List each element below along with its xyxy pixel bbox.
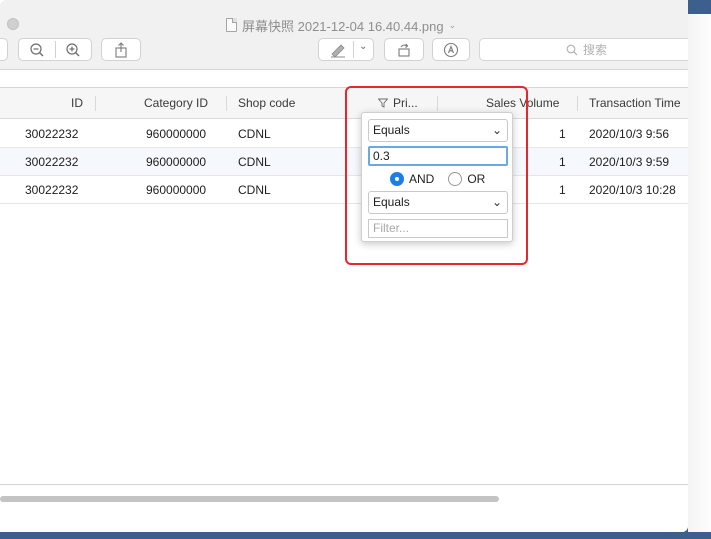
table-header: ID Category ID Shop code Pri... Sales Vo… bbox=[0, 88, 688, 119]
table-row[interactable]: 30022232 960000000 CDNL 1 2020/10/3 9:59 bbox=[0, 148, 688, 176]
cell-category-id: 960000000 bbox=[146, 183, 207, 197]
annotate-circle-icon bbox=[443, 42, 459, 57]
search-icon bbox=[566, 44, 578, 55]
markup-button[interactable] bbox=[329, 42, 347, 61]
toolbar-divider bbox=[353, 41, 354, 58]
zoom-out-icon bbox=[30, 43, 44, 57]
chevron-down-icon: ⌄ bbox=[448, 19, 457, 30]
table-row[interactable]: 30022232 960000000 CDNL 1 2020/10/3 10:2… bbox=[0, 176, 688, 204]
cell-id: 30022232 bbox=[25, 127, 79, 141]
zoom-in-icon bbox=[66, 43, 80, 57]
column-header-transaction-time[interactable]: Transaction Time bbox=[589, 88, 681, 119]
window-title[interactable]: 屏幕快照 2021-12-04 16.40.44.png ⌄ bbox=[226, 16, 456, 34]
cell-id: 30022232 bbox=[25, 183, 79, 197]
share-button[interactable] bbox=[101, 38, 141, 61]
desktop-background-bottom bbox=[0, 532, 711, 539]
zoom-out-button[interactable] bbox=[29, 42, 45, 61]
cell-category-id: 960000000 bbox=[146, 127, 207, 141]
window-title-text: 屏幕快照 2021-12-04 16.40.44.png bbox=[242, 18, 444, 34]
share-icon bbox=[115, 41, 127, 58]
markup-group: ⌄ bbox=[318, 38, 374, 61]
cell-id: 30022232 bbox=[25, 155, 79, 169]
chevron-down-icon: ⌄ bbox=[359, 41, 368, 52]
zoom-in-button[interactable] bbox=[65, 42, 81, 61]
search-field[interactable]: 搜索 bbox=[479, 38, 688, 61]
cell-shop-code: CDNL bbox=[238, 183, 271, 197]
column-header-id[interactable]: ID bbox=[71, 88, 83, 119]
horizontal-scrollbar[interactable] bbox=[0, 496, 499, 502]
search-placeholder: 搜索 bbox=[583, 43, 608, 57]
window-edge bbox=[688, 14, 711, 534]
document-icon bbox=[226, 18, 237, 32]
table-row[interactable]: 30022232 960000000 CDNL 1 2020/10/3 9:56 bbox=[0, 120, 688, 148]
cell-sales-volume: 1 bbox=[559, 155, 566, 169]
data-table: ID Category ID Shop code Pri... Sales Vo… bbox=[0, 87, 688, 502]
cell-sales-volume: 1 bbox=[559, 183, 566, 197]
cell-transaction-time: 2020/10/3 10:28 bbox=[589, 183, 676, 197]
cell-transaction-time: 2020/10/3 9:59 bbox=[589, 155, 670, 169]
toolbar-divider bbox=[55, 41, 56, 58]
titlebar: 屏幕快照 2021-12-04 16.40.44.png ⌄ ⌄ 搜索 bbox=[0, 0, 688, 70]
preview-window: 屏幕快照 2021-12-04 16.40.44.png ⌄ ⌄ 搜索 ID C… bbox=[0, 0, 688, 532]
annotation-highlight-box bbox=[345, 86, 528, 265]
cell-transaction-time: 2020/10/3 9:56 bbox=[589, 127, 670, 141]
cell-sales-volume: 1 bbox=[559, 127, 566, 141]
cell-shop-code: CDNL bbox=[238, 155, 271, 169]
rotate-button[interactable] bbox=[384, 38, 424, 61]
column-divider bbox=[577, 96, 578, 111]
rotate-icon bbox=[398, 43, 410, 57]
column-divider bbox=[95, 96, 96, 111]
image-canvas: ID Category ID Shop code Pri... Sales Vo… bbox=[0, 71, 688, 532]
window-control-button[interactable] bbox=[7, 18, 19, 30]
markup-dropdown[interactable]: ⌄ bbox=[359, 41, 367, 52]
pen-icon bbox=[331, 44, 345, 58]
annotate-button[interactable] bbox=[432, 38, 470, 61]
column-header-shop-code[interactable]: Shop code bbox=[238, 88, 295, 119]
column-header-category-id[interactable]: Category ID bbox=[144, 88, 208, 119]
cell-category-id: 960000000 bbox=[146, 155, 207, 169]
zoom-group bbox=[18, 38, 92, 61]
column-divider bbox=[226, 96, 227, 111]
sidebar-button[interactable] bbox=[0, 38, 8, 61]
cell-shop-code: CDNL bbox=[238, 127, 271, 141]
